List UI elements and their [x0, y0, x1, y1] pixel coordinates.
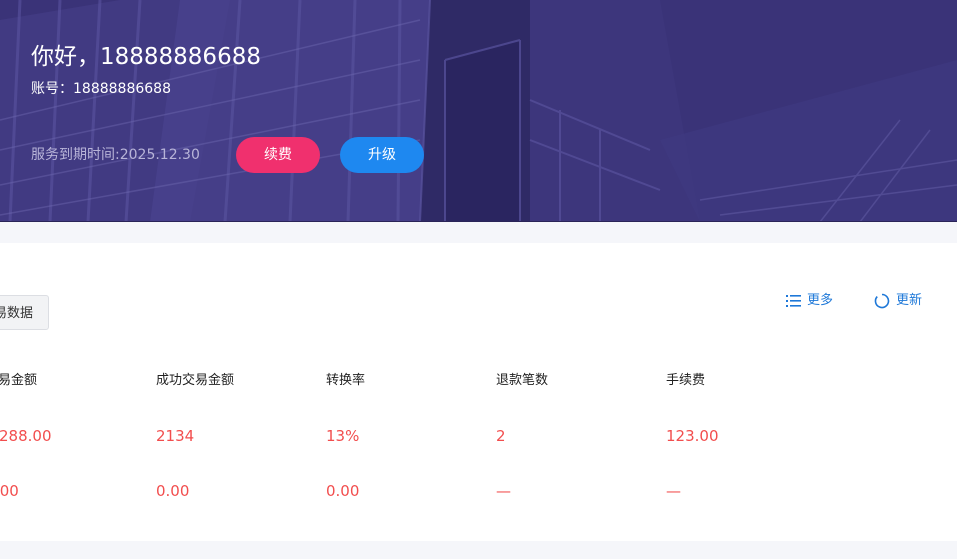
cell-r1-success-amount: 2134	[156, 427, 195, 445]
tab-label: 易数据	[0, 306, 33, 321]
cell-r2-refund-count: —	[496, 482, 511, 500]
col-header-conversion-rate: 转换率	[326, 373, 366, 388]
cell-r1-fee: 123.00	[666, 427, 719, 445]
banner-divider	[0, 221, 957, 222]
refresh-label: 更新	[896, 293, 923, 308]
building-background	[0, 0, 957, 222]
cell-r2-fee: —	[666, 482, 681, 500]
cell-r2-conversion-rate: 0.00	[326, 482, 360, 500]
expire-date-text: 服务到期时间:2025.12.30	[31, 147, 200, 163]
stats-card: 易数据 更多 更新 功交易金额 成功交易金额 转换率 退款笔数 手续费	[0, 243, 957, 541]
renew-button[interactable]: 续费	[236, 137, 320, 173]
account-text: 账号：18888886688	[31, 81, 171, 97]
cell-r2-success-amount: 0.00	[156, 482, 190, 500]
cell-r2-total-amount: .00	[0, 482, 19, 500]
dashboard-page: 你好，18888886688 账号：18888886688 服务到期时间:202…	[0, 0, 957, 559]
col-header-total-amount: 功交易金额	[0, 373, 38, 388]
cell-r1-total-amount: 288.00	[0, 427, 52, 445]
list-icon	[786, 295, 801, 307]
greeting-text: 你好，18888886688	[31, 44, 261, 70]
col-header-fee: 手续费	[666, 373, 706, 388]
more-button[interactable]: 更多	[786, 291, 833, 311]
more-label: 更多	[807, 293, 834, 308]
cell-r1-refund-count: 2	[496, 427, 506, 445]
col-header-refund-count: 退款笔数	[496, 373, 549, 388]
header-banner: 你好，18888886688 账号：18888886688 服务到期时间:202…	[0, 0, 957, 222]
upgrade-button[interactable]: 升级	[340, 137, 424, 173]
tab-transaction-data[interactable]: 易数据	[0, 295, 49, 330]
cell-r1-conversion-rate: 13%	[326, 427, 360, 445]
col-header-success-amount: 成功交易金额	[156, 373, 235, 388]
refresh-icon	[874, 293, 890, 309]
refresh-button[interactable]: 更新	[874, 291, 922, 311]
